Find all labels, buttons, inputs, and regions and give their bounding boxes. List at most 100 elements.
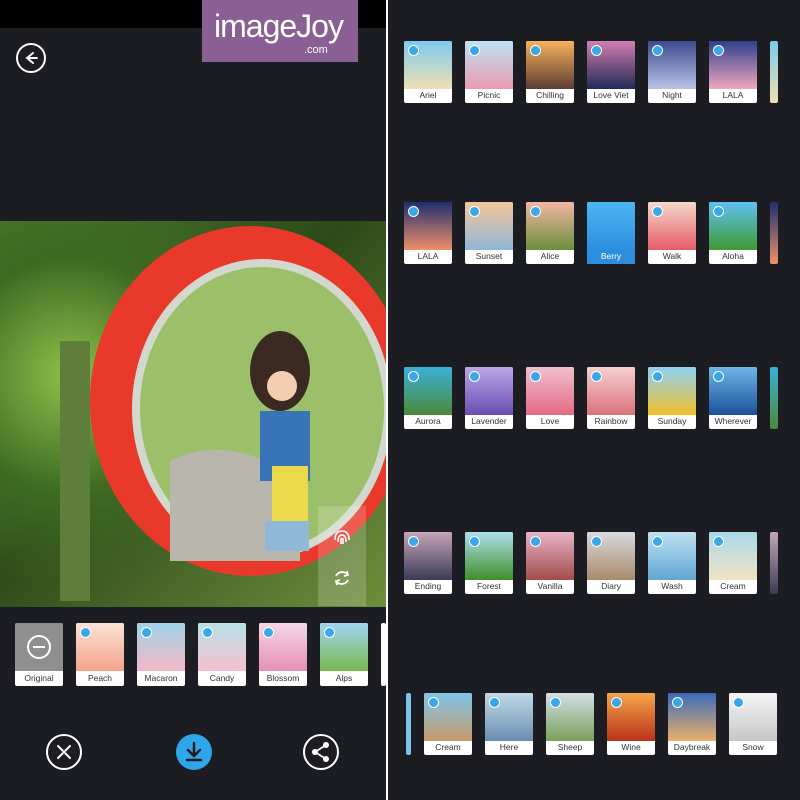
gallery-filter-label: Wherever bbox=[714, 416, 752, 426]
gallery-filter-image bbox=[587, 202, 635, 250]
gallery-filter-2-5[interactable]: Wherever bbox=[709, 367, 757, 429]
gallery-filter-label: Cream bbox=[720, 581, 746, 591]
gallery-filter-label: Wine bbox=[621, 742, 641, 752]
filter-label: Blossom bbox=[266, 673, 300, 683]
cloud-badge-icon bbox=[530, 371, 541, 382]
gallery-filter-0-4[interactable]: Night bbox=[648, 41, 696, 103]
filter-thumb-original[interactable]: Original bbox=[15, 623, 63, 686]
filter-thumb-alps[interactable]: Alps bbox=[320, 623, 368, 686]
gallery-filter-2-4[interactable]: Sunday bbox=[648, 367, 696, 429]
gallery-filter-1-3[interactable]: Berry bbox=[587, 202, 635, 264]
cloud-badge-icon bbox=[530, 536, 541, 547]
back-button[interactable] bbox=[16, 43, 46, 73]
filter-label: Original bbox=[15, 671, 63, 686]
compare-button[interactable] bbox=[330, 526, 354, 550]
gallery-filter-2-3[interactable]: Rainbow bbox=[587, 367, 635, 429]
gallery-filter-label: Sheep bbox=[557, 742, 583, 752]
cloud-badge-icon bbox=[652, 206, 663, 217]
cloud-badge-icon bbox=[469, 206, 480, 217]
gallery-filter-1-5[interactable]: Aloha bbox=[709, 202, 757, 264]
editor-panel: imageJoy .com Original Peach Macaron Can… bbox=[0, 0, 386, 800]
gallery-filter-4-1[interactable]: Here bbox=[485, 693, 533, 755]
cloud-badge-icon bbox=[652, 536, 663, 547]
cloud-badge-icon bbox=[324, 627, 335, 638]
gallery-filter-3-0[interactable]: Ending bbox=[404, 532, 452, 594]
gallery-filter-4-4[interactable]: Daybreak bbox=[668, 693, 716, 755]
gallery-filter-0-1[interactable]: Picnic bbox=[465, 41, 513, 103]
gallery-filter-0-2[interactable]: Chilling bbox=[526, 41, 574, 103]
gallery-filter-1-4[interactable]: Walk bbox=[648, 202, 696, 264]
cancel-button[interactable] bbox=[46, 734, 82, 770]
gallery-filter-label: Snow bbox=[742, 742, 764, 752]
gallery-filter-partial[interactable] bbox=[770, 532, 778, 594]
gallery-filter-1-0[interactable]: LALA bbox=[404, 202, 452, 264]
gallery-filter-label: Night bbox=[662, 90, 682, 100]
cloud-badge-icon bbox=[550, 697, 561, 708]
cloud-badge-icon bbox=[428, 697, 439, 708]
cloud-badge-icon bbox=[672, 697, 683, 708]
filter-label: Alps bbox=[335, 673, 353, 683]
gallery-filter-4-0[interactable]: Cream bbox=[424, 693, 472, 755]
filter-thumb-blossom[interactable]: Blossom bbox=[259, 623, 307, 686]
cloud-badge-icon bbox=[469, 45, 480, 56]
filter-thumb-image bbox=[15, 623, 63, 671]
gallery-filter-3-3[interactable]: Diary bbox=[587, 532, 635, 594]
download-button[interactable] bbox=[176, 734, 212, 770]
gallery-filter-label: Berry bbox=[587, 249, 635, 264]
cloud-badge-icon bbox=[263, 627, 274, 638]
gallery-filter-label: Chilling bbox=[536, 90, 564, 100]
gallery-filter-label: Ariel bbox=[419, 90, 437, 100]
gallery-filter-partial[interactable] bbox=[406, 693, 411, 755]
gallery-filter-3-5[interactable]: Cream bbox=[709, 532, 757, 594]
filter-thumb-macaron[interactable]: Macaron bbox=[137, 623, 185, 686]
gallery-filter-1-2[interactable]: Alice bbox=[526, 202, 574, 264]
gallery-filter-label: Love Viet bbox=[593, 90, 629, 100]
gallery-filter-4-5[interactable]: Snow bbox=[729, 693, 777, 755]
gallery-filter-label: Cream bbox=[435, 742, 461, 752]
cloud-badge-icon bbox=[713, 536, 724, 547]
gallery-filter-label: LALA bbox=[417, 251, 439, 261]
gallery-filter-3-4[interactable]: Wash bbox=[648, 532, 696, 594]
filter-thumb-candy[interactable]: Candy bbox=[198, 623, 246, 686]
gallery-filter-partial[interactable] bbox=[770, 41, 778, 103]
close-circle-icon bbox=[57, 745, 71, 759]
cloud-badge-icon bbox=[489, 697, 500, 708]
cloud-badge-icon bbox=[591, 45, 602, 56]
share-button[interactable] bbox=[303, 734, 339, 770]
gallery-filter-2-2[interactable]: Love bbox=[526, 367, 574, 429]
cloud-badge-icon bbox=[530, 45, 541, 56]
gallery-filter-label: Wash bbox=[661, 581, 683, 591]
cloud-badge-icon bbox=[202, 627, 213, 638]
filter-label: Peach bbox=[87, 673, 113, 683]
gallery-filter-3-2[interactable]: Vanilla bbox=[526, 532, 574, 594]
gallery-filter-0-3[interactable]: Love Viet bbox=[587, 41, 635, 103]
gallery-filter-2-1[interactable]: Lavender bbox=[465, 367, 513, 429]
rotate-swap-icon bbox=[334, 570, 350, 586]
gallery-filter-partial[interactable] bbox=[770, 202, 778, 264]
gallery-filter-label: Aloha bbox=[722, 251, 744, 261]
gallery-filter-0-0[interactable]: Ariel bbox=[404, 41, 452, 103]
gallery-filter-label: Diary bbox=[601, 581, 621, 591]
filter-strip: Original Peach Macaron Candy Blossom Alp… bbox=[0, 615, 386, 689]
cloud-badge-icon bbox=[141, 627, 152, 638]
gallery-filter-label: Vanilla bbox=[537, 581, 563, 591]
gallery-filter-label: Ending bbox=[414, 581, 442, 591]
fingerprint-icon bbox=[334, 530, 350, 544]
gallery-filter-2-0[interactable]: Aurora bbox=[404, 367, 452, 429]
preview-tools bbox=[318, 506, 366, 606]
cloud-badge-icon bbox=[591, 536, 602, 547]
cloud-badge-icon bbox=[733, 697, 744, 708]
rotate-button[interactable] bbox=[330, 566, 354, 590]
filter-thumb-peach[interactable]: Peach bbox=[76, 623, 124, 686]
gallery-filter-label: LALA bbox=[722, 90, 744, 100]
gallery-filter-partial[interactable] bbox=[770, 367, 778, 429]
gallery-filter-0-5[interactable]: LALA bbox=[709, 41, 757, 103]
gallery-filter-label: Picnic bbox=[477, 90, 501, 100]
cloud-badge-icon bbox=[713, 206, 724, 217]
cloud-badge-icon bbox=[408, 45, 419, 56]
gallery-filter-4-3[interactable]: Wine bbox=[607, 693, 655, 755]
gallery-filter-1-1[interactable]: Sunset bbox=[465, 202, 513, 264]
gallery-filter-label: Forest bbox=[476, 581, 502, 591]
gallery-filter-4-2[interactable]: Sheep bbox=[546, 693, 594, 755]
gallery-filter-3-1[interactable]: Forest bbox=[465, 532, 513, 594]
